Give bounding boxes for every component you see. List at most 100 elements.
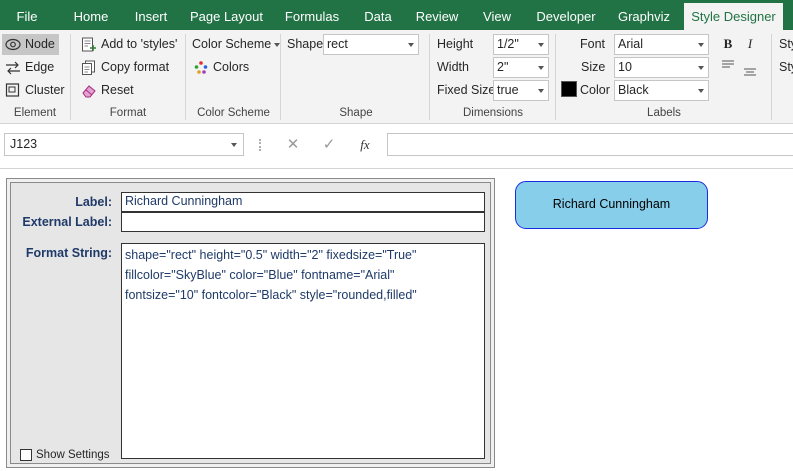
tab-review[interactable]: Review (408, 0, 466, 30)
width-select[interactable]: 2" (493, 57, 549, 78)
tab-formulas[interactable]: Formulas (276, 0, 348, 30)
shape-group-label: Shape (339, 107, 373, 119)
form-body: Label: Richard Cunningham External Label… (10, 182, 491, 464)
width-value: 2" (497, 60, 509, 74)
checkbox-box[interactable] (20, 449, 32, 461)
font-select[interactable]: Arial (614, 34, 709, 55)
node-button[interactable]: Node (2, 34, 59, 55)
formula-input[interactable] (387, 133, 793, 156)
tab-file[interactable]: File (0, 0, 54, 30)
color-scheme-menu-label: Color Scheme (192, 37, 272, 51)
font-color-swatch[interactable] (561, 81, 577, 97)
worksheet-area: Label: Richard Cunningham External Label… (0, 168, 793, 471)
edge-button[interactable]: Edge (2, 57, 59, 78)
chevron-down-icon (538, 89, 544, 93)
show-settings-label: Show Settings (36, 449, 110, 461)
chevron-down-icon (538, 66, 544, 70)
colors-button[interactable]: Colors (190, 57, 260, 78)
copy-format-button[interactable]: Copy format (78, 57, 178, 78)
group-divider (555, 34, 556, 120)
ribbon: Node Edge Cluster Element Add to 'styles… (0, 30, 793, 124)
chevron-down-icon (408, 43, 414, 47)
check-icon: ✓ (322, 136, 336, 153)
external-label-caption: External Label: (22, 215, 112, 229)
shape-value: rect (327, 37, 348, 51)
copy-format-label: Copy format (101, 60, 170, 74)
labels-group-label: Labels (647, 107, 681, 119)
align-left-icon (722, 60, 734, 68)
group-divider (771, 34, 772, 120)
node-preview-label: Richard Cunningham (552, 197, 671, 211)
shape-label: Shape (287, 37, 324, 51)
group-divider (185, 34, 186, 120)
color-scheme-group-label: Color Scheme (197, 107, 270, 119)
styles-item-label: Sty (779, 37, 793, 51)
chevron-down-icon (538, 43, 544, 47)
formula-bar-grip[interactable] (259, 139, 261, 151)
fixed-size-select[interactable]: true (493, 80, 549, 101)
reset-button[interactable]: Reset (78, 80, 158, 101)
cluster-icon (5, 83, 20, 97)
tab-style-designer[interactable]: Style Designer (684, 3, 783, 30)
shape-select[interactable]: rect (323, 34, 419, 55)
node-preview[interactable]: Richard Cunningham (515, 181, 708, 229)
colors-label: Colors (213, 60, 250, 74)
align-left-button[interactable] (719, 54, 737, 75)
element-group-label: Element (13, 107, 57, 119)
format-group-label: Format (109, 107, 147, 119)
color-select[interactable]: Black (614, 80, 709, 101)
add-document-icon (82, 37, 96, 52)
color-label: Color (580, 83, 610, 97)
cancel-icon: ✕ (286, 136, 300, 153)
tab-data[interactable]: Data (354, 0, 402, 30)
font-label: Font (580, 37, 606, 51)
cancel-edit-button[interactable]: ✕ (280, 133, 306, 156)
bold-button[interactable]: B (720, 33, 736, 54)
ribbon-tab-bar: File Home Insert Page Layout Formulas Da… (0, 0, 793, 30)
fixed-size-value: true (497, 83, 519, 97)
name-box-value: J123 (10, 137, 38, 151)
label-field-value: Richard Cunningham (125, 194, 243, 208)
fixed-size-label: Fixed Size (437, 83, 496, 97)
name-box[interactable]: J123 (4, 133, 244, 156)
height-select[interactable]: 1/2" (493, 34, 549, 55)
eye-icon (5, 38, 21, 51)
dimensions-group-label: Dimensions (462, 107, 524, 119)
eraser-icon (82, 85, 96, 98)
tab-page-layout[interactable]: Page Layout (183, 0, 270, 30)
color-value: Black (618, 83, 649, 97)
tab-graphviz[interactable]: Graphviz (610, 0, 678, 30)
align-center-icon (744, 68, 756, 76)
color-scheme-dropdown[interactable]: Color Scheme (189, 34, 281, 55)
size-value: 10 (618, 60, 632, 74)
italic-label: I (747, 36, 753, 51)
insert-function-button[interactable]: fx (352, 133, 378, 156)
format-string-field[interactable]: shape="rect" height="0.5" width="2" fixe… (121, 243, 485, 459)
enter-edit-button[interactable]: ✓ (316, 133, 342, 156)
tab-home[interactable]: Home (61, 0, 121, 30)
edge-arrows-icon (6, 61, 20, 75)
tab-view[interactable]: View (472, 0, 522, 30)
label-field[interactable]: Richard Cunningham (121, 192, 485, 212)
font-value: Arial (618, 37, 644, 51)
chevron-down-icon (698, 89, 704, 93)
styles-item-label: Sty (779, 60, 793, 74)
tab-insert[interactable]: Insert (123, 0, 179, 30)
height-value: 1/2" (497, 37, 519, 51)
fx-icon: fx (360, 137, 370, 152)
group-divider (280, 34, 281, 120)
external-label-field[interactable] (121, 212, 485, 232)
styles-item[interactable]: Sty (779, 34, 793, 55)
format-string-caption: Format String: (25, 246, 112, 260)
cluster-button[interactable]: Cluster (2, 80, 65, 101)
add-to-styles-label: Add to 'styles' (101, 37, 178, 51)
styles-item[interactable]: Sty (779, 57, 793, 78)
tab-developer[interactable]: Developer (528, 0, 604, 30)
group-divider (70, 34, 71, 120)
align-center-button[interactable] (741, 62, 759, 83)
add-to-styles-button[interactable]: Add to 'styles' (78, 34, 178, 55)
edge-label: Edge (25, 60, 55, 74)
size-label: Size (581, 60, 606, 74)
italic-button[interactable]: I (742, 33, 758, 54)
size-select[interactable]: 10 (614, 57, 709, 78)
